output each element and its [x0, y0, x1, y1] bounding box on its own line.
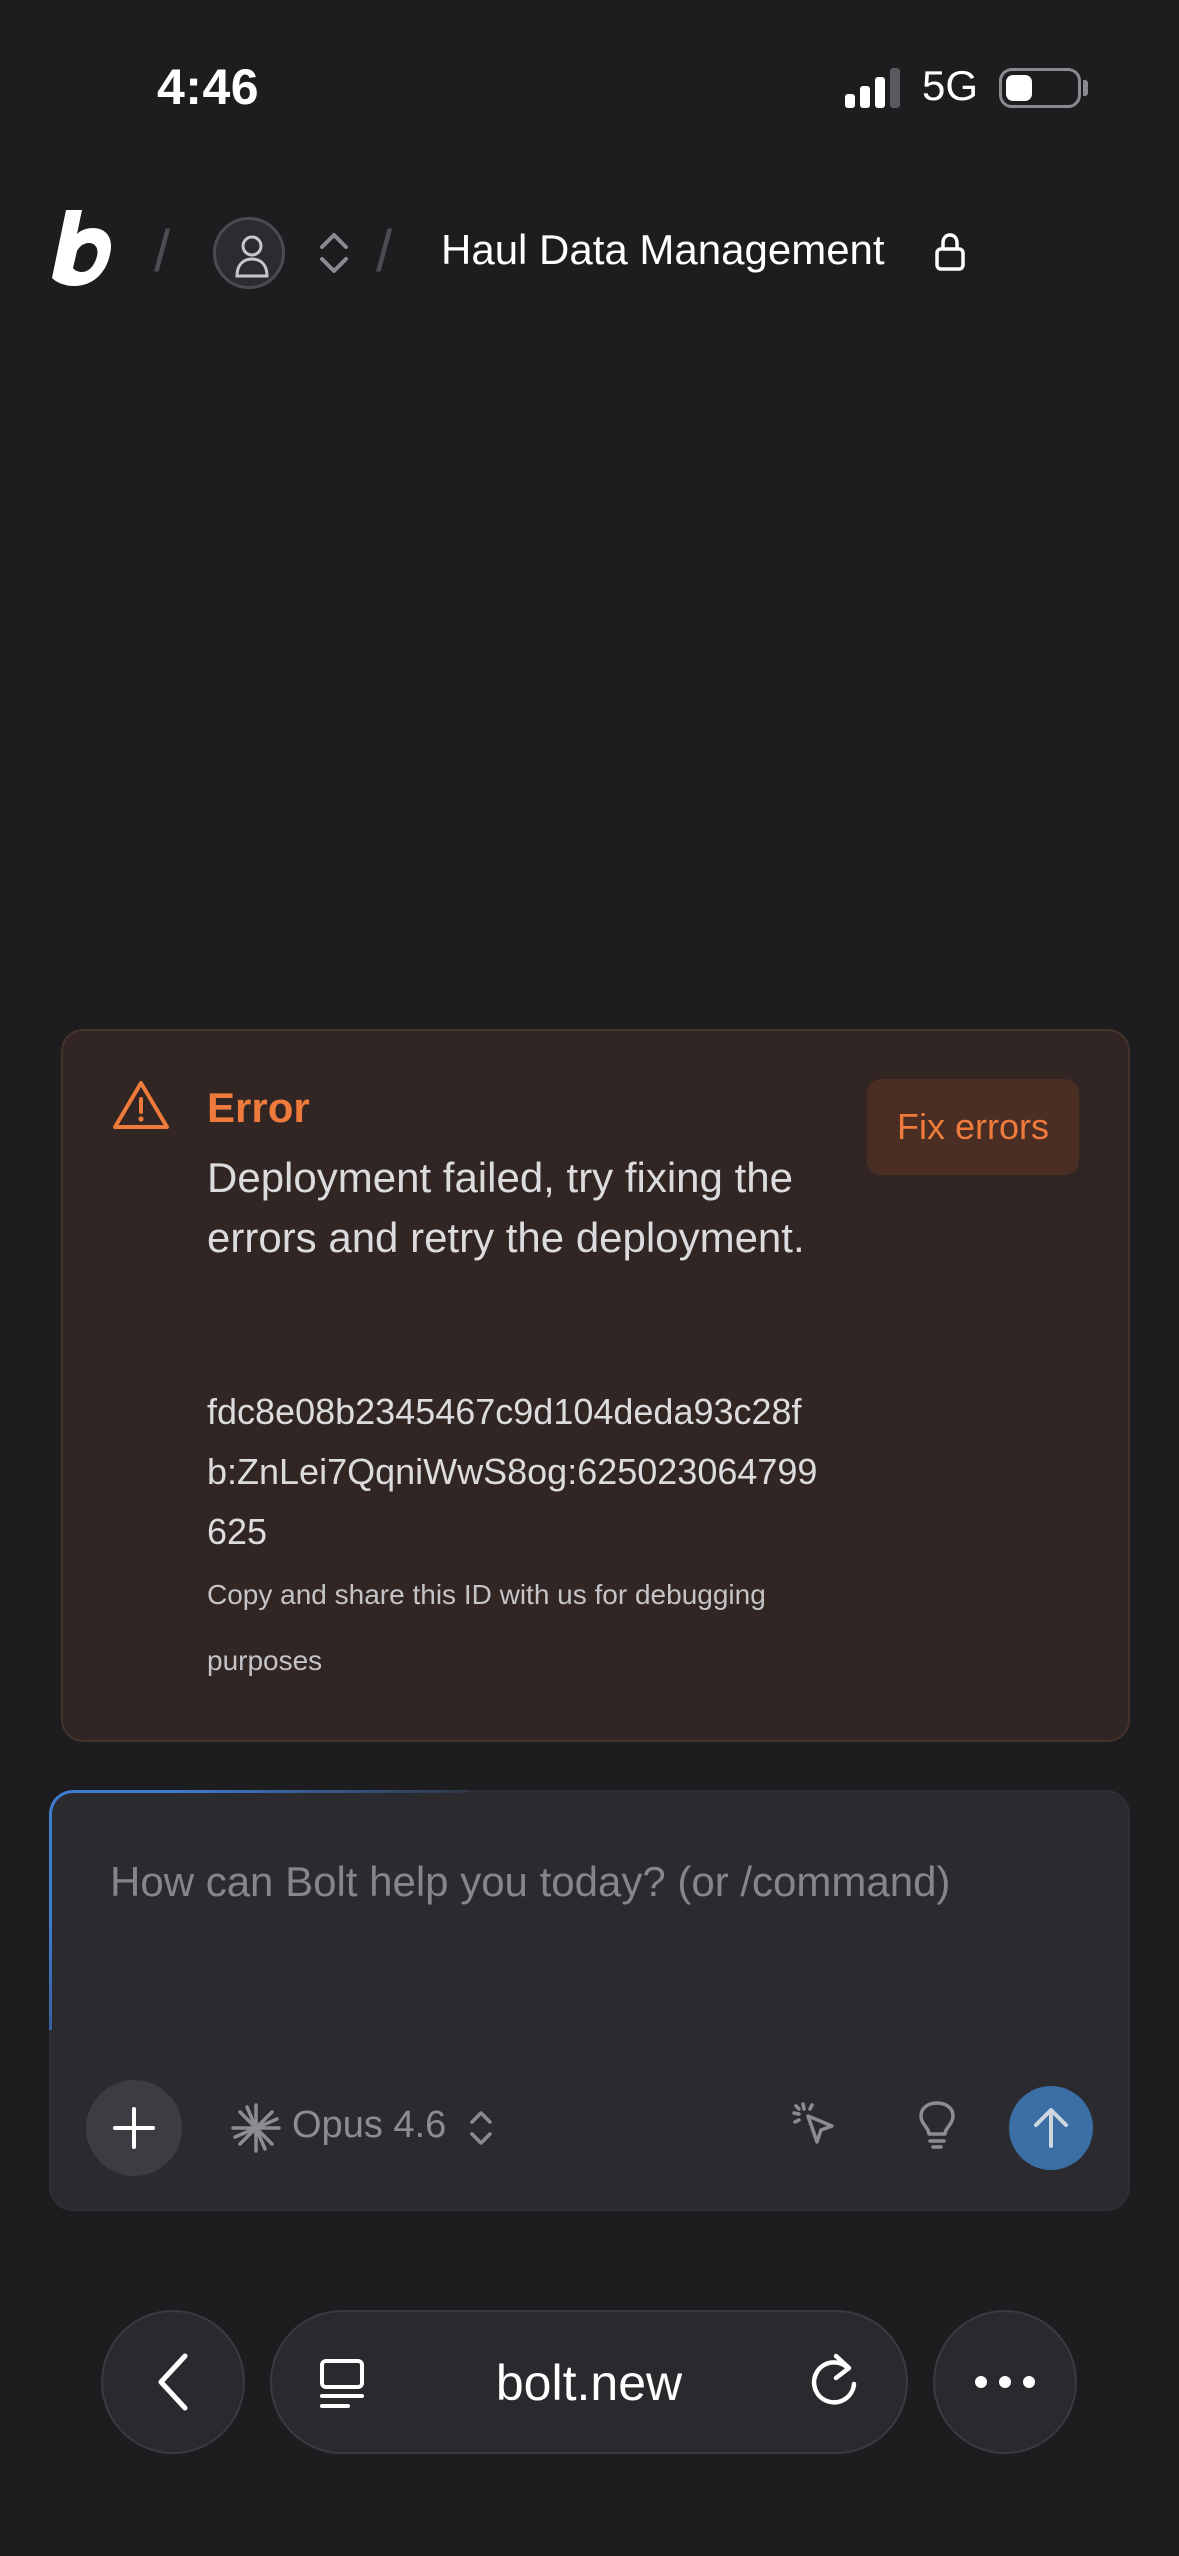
error-title: Error — [207, 1084, 310, 1131]
more-options-button[interactable] — [933, 2310, 1077, 2454]
battery-nub — [1083, 80, 1088, 96]
battery-icon — [999, 68, 1081, 108]
back-button[interactable] — [101, 2310, 245, 2454]
select-element-icon[interactable] — [790, 2100, 838, 2148]
chevron-updown-icon[interactable] — [317, 230, 351, 276]
chat-box — [49, 1790, 1130, 2211]
user-icon — [235, 235, 269, 278]
reload-icon[interactable] — [808, 2350, 862, 2410]
more-icon — [975, 2376, 1035, 2388]
lock-icon — [935, 233, 965, 271]
chat-input[interactable] — [110, 1858, 1070, 1906]
bolt-logo[interactable] — [52, 210, 114, 290]
fix-errors-button[interactable]: Fix errors — [867, 1079, 1079, 1175]
breadcrumb-separator: / — [154, 219, 171, 284]
error-message: Deployment failed, try fixing the errors… — [207, 1154, 805, 1261]
arrow-up-icon — [1034, 2108, 1068, 2148]
breadcrumb-separator: / — [376, 219, 393, 284]
chevron-updown-icon[interactable] — [468, 2108, 494, 2148]
status-time: 4:46 — [157, 59, 260, 115]
network-type: 5G — [922, 62, 979, 109]
project-title[interactable]: Haul Data Management — [441, 226, 885, 274]
signal-bars-icon — [845, 68, 900, 108]
chevron-left-icon — [158, 2353, 188, 2411]
avatar[interactable] — [213, 217, 285, 289]
send-button[interactable] — [1009, 2086, 1093, 2170]
error-id[interactable]: fdc8e08b2345467c9d104deda93c28fb:ZnLei7Q… — [207, 1382, 827, 1562]
add-attachment-button[interactable] — [86, 2080, 182, 2176]
warning-icon — [113, 1081, 169, 1129]
sparkle-icon — [231, 2103, 281, 2153]
model-selector-label[interactable]: Opus 4.6 — [292, 2104, 446, 2147]
lightbulb-icon[interactable] — [917, 2100, 957, 2150]
plus-icon — [113, 2107, 155, 2149]
error-note: Copy and share this ID with us for debug… — [207, 1579, 766, 1676]
